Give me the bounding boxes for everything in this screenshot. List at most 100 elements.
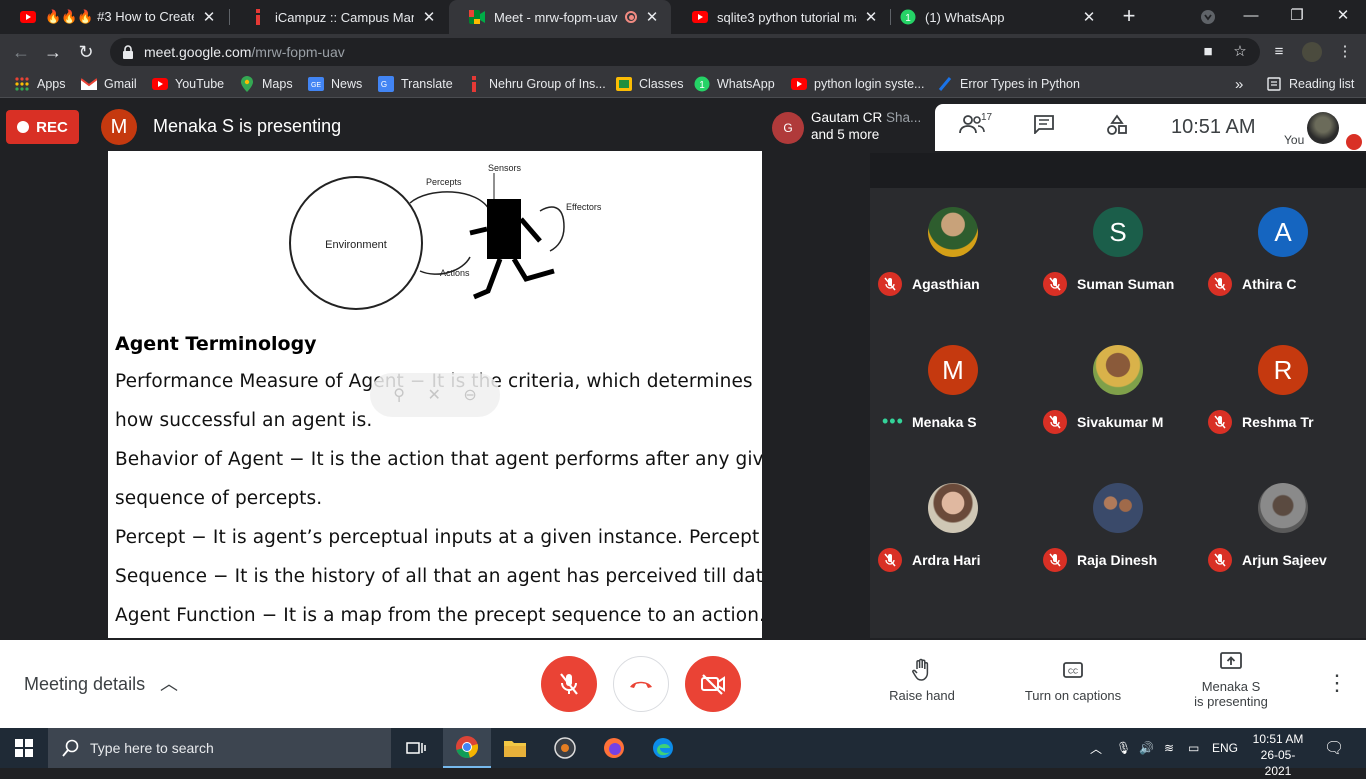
tab-meet[interactable]: Meet - mrw-fopm-uav ✕ xyxy=(449,0,671,34)
bookmark-whatsapp[interactable]: 1 WhatsApp xyxy=(694,75,775,93)
back-button[interactable]: ← xyxy=(8,39,34,65)
pin-icon[interactable]: ⚲ xyxy=(393,385,405,405)
participant-tile[interactable]: Agasthian xyxy=(870,188,1035,326)
windows-logo-icon xyxy=(15,739,33,757)
agent-body-shape xyxy=(487,199,521,259)
battery-icon[interactable]: ▭ xyxy=(1188,728,1199,768)
participant-tile[interactable]: Raja Dinesh xyxy=(1035,464,1200,602)
bookmark-classes[interactable]: Classes xyxy=(616,75,683,93)
nehru-icon xyxy=(466,76,482,92)
present-now-button[interactable]: Menaka S is presenting xyxy=(1180,649,1282,709)
participant-tile[interactable]: M ••• Menaka S xyxy=(870,326,1035,464)
meet-control-bar: Meeting details ︿ Raise hand CC Turn on … xyxy=(0,640,1366,728)
maps-icon xyxy=(239,76,255,92)
restore-button[interactable]: ❐ xyxy=(1274,0,1320,34)
taskbar-file-explorer[interactable] xyxy=(491,728,539,768)
bookmark-maps[interactable]: Maps xyxy=(239,75,293,93)
camera-blocked-icon[interactable]: ■ xyxy=(1199,43,1217,61)
close-window-button[interactable]: ✕ xyxy=(1320,0,1366,34)
participant-name: Athira C xyxy=(1242,276,1297,292)
reading-list-button[interactable]: Reading list xyxy=(1266,75,1354,93)
bookmarks-overflow-button[interactable]: » xyxy=(1235,75,1243,93)
taskbar-search-box[interactable]: Type here to search xyxy=(48,728,391,768)
tab-sqlite-tutorial[interactable]: sqlite3 python tutorial malaya ✕ xyxy=(672,0,890,34)
recording-badge[interactable]: REC xyxy=(6,110,79,144)
close-icon[interactable]: ✕ xyxy=(643,8,661,26)
toggle-mic-button[interactable] xyxy=(541,656,597,712)
svg-text:1: 1 xyxy=(905,13,911,24)
taskbar-edge[interactable] xyxy=(639,728,687,768)
slide-text-line: how successful an agent is. xyxy=(115,410,373,431)
new-tab-button[interactable]: + xyxy=(1116,4,1142,30)
svg-text:G: G xyxy=(381,80,387,89)
close-icon[interactable]: ✕ xyxy=(420,8,438,26)
task-view-button[interactable] xyxy=(392,728,440,768)
activities-icon[interactable] xyxy=(1102,114,1132,140)
tab-whatsapp[interactable]: 1 (1) WhatsApp ✕ xyxy=(880,0,1108,34)
chevron-up-icon[interactable]: ︿ xyxy=(160,670,178,696)
taskbar-chrome[interactable] xyxy=(443,728,491,768)
minimize-button[interactable]: — xyxy=(1228,0,1274,34)
participant-name: Raja Dinesh xyxy=(1077,552,1158,568)
hand-icon xyxy=(912,658,929,681)
bookmark-nehru[interactable]: Nehru Group of Ins... xyxy=(466,75,606,93)
close-icon[interactable]: ✕ xyxy=(200,8,218,26)
active-speakers-chip[interactable]: G Gautam CR Sha... and 5 more xyxy=(766,104,935,151)
action-center-icon[interactable]: 🗨 xyxy=(1324,728,1344,768)
participant-tile[interactable]: Sivakumar M xyxy=(1035,326,1200,464)
profile-avatar[interactable] xyxy=(1302,42,1322,62)
taskbar-firefox[interactable] xyxy=(590,728,638,768)
participant-tile[interactable]: Arjun Sajeev xyxy=(1200,464,1365,602)
meeting-details-button[interactable]: Meeting details xyxy=(24,674,145,695)
captions-button[interactable]: CC Turn on captions xyxy=(1013,658,1133,703)
close-icon[interactable]: ✕ xyxy=(862,8,880,26)
participant-tile[interactable]: A Athira C xyxy=(1200,188,1365,326)
show-hidden-icons-button[interactable]: ︿ xyxy=(1090,728,1102,768)
volume-icon[interactable]: 🔊 xyxy=(1139,728,1154,768)
participant-tile[interactable]: Ardra Hari xyxy=(870,464,1035,602)
participant-name: Agasthian xyxy=(912,276,980,292)
bookmark-gmail[interactable]: Gmail xyxy=(81,75,137,93)
toggle-camera-button[interactable] xyxy=(685,656,741,712)
participant-tile[interactable]: S Suman Suman xyxy=(1035,188,1200,326)
bookmark-python-login[interactable]: python login syste... xyxy=(791,75,924,93)
chat-icon[interactable] xyxy=(1029,114,1059,140)
bookmark-error-types[interactable]: Error Types in Python xyxy=(937,75,1080,93)
bookmark-youtube[interactable]: YouTube xyxy=(152,75,224,93)
tab-youtube-create[interactable]: 🔥🔥🔥 #3 How to Create Stu ✕ xyxy=(0,0,228,34)
raise-hand-button[interactable]: Raise hand xyxy=(882,658,962,703)
remove-icon[interactable]: ⊖ xyxy=(463,385,476,405)
taskbar-clock[interactable]: 10:51 AM 26-05-2021 xyxy=(1248,731,1308,779)
taskbar-media-app[interactable] xyxy=(541,728,589,768)
leave-call-button[interactable] xyxy=(613,656,669,712)
mute-icon[interactable]: ✕ xyxy=(427,385,440,405)
tab-search-icon[interactable] xyxy=(1185,0,1231,34)
tile-hover-controls[interactable]: ⚲ ✕ ⊖ xyxy=(370,373,500,417)
participant-name: Menaka S xyxy=(912,414,977,430)
microphone-tray-icon[interactable]: 🎙 xyxy=(1116,728,1131,768)
input-language-indicator[interactable]: ENG xyxy=(1212,728,1238,768)
bookmark-news[interactable]: GE News xyxy=(308,75,362,93)
task-view-icon xyxy=(406,742,426,754)
bookmark-star-icon[interactable]: ☆ xyxy=(1231,43,1249,61)
media-control-icon[interactable]: ≡ xyxy=(1270,43,1288,61)
close-icon[interactable]: ✕ xyxy=(1080,8,1098,26)
record-dot-icon xyxy=(17,121,30,133)
present-label-line2: is presenting xyxy=(1194,694,1268,709)
bookmark-translate[interactable]: G Translate xyxy=(378,75,453,93)
participant-tile[interactable]: R Reshma Tr xyxy=(1200,326,1365,464)
network-icon[interactable]: ≋ xyxy=(1164,728,1174,768)
more-options-icon[interactable]: ⋮ xyxy=(1326,670,1348,698)
bookmark-label: WhatsApp xyxy=(717,77,775,91)
classes-icon xyxy=(616,76,632,92)
address-bar[interactable]: meet.google.com/mrw-fopm-uav xyxy=(110,38,1260,66)
forward-button[interactable]: → xyxy=(40,39,66,65)
self-avatar[interactable] xyxy=(1307,112,1339,144)
chrome-menu-icon[interactable]: ⋮ xyxy=(1336,43,1354,61)
windows-start-button[interactable] xyxy=(0,728,48,768)
bookmark-apps[interactable]: Apps xyxy=(14,75,66,93)
reload-button[interactable]: ↻ xyxy=(73,39,99,65)
presentation-slide: Environment Percepts Sensors Effectors A… xyxy=(108,151,762,638)
tab-icampuz[interactable]: iCampuz :: Campus Managem ✕ xyxy=(230,0,448,34)
mic-off-icon xyxy=(878,548,902,572)
